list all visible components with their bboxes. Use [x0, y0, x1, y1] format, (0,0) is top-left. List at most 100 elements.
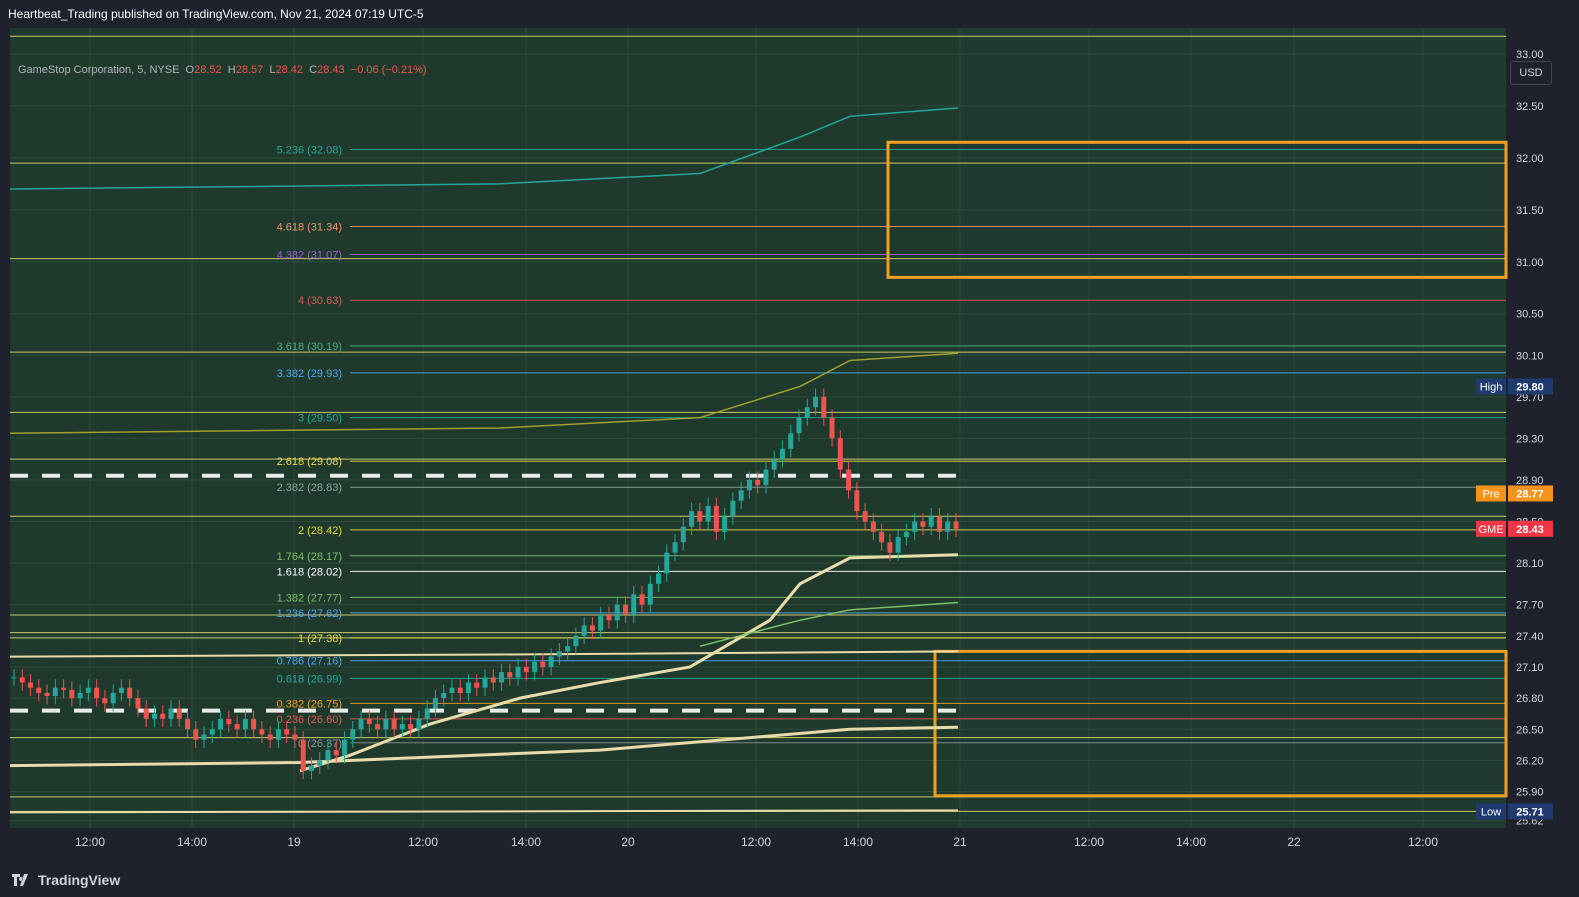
price-tag-label: GME [1478, 524, 1503, 536]
fib-level-label: 1.764 (28.17) [277, 551, 342, 563]
candle-body [895, 537, 901, 553]
price-tag-label: High [1480, 381, 1503, 393]
candle-body [267, 734, 273, 740]
fib-level-label: 0.786 (27.16) [277, 656, 342, 668]
candle-body [722, 516, 728, 532]
publish-header: Heartbeat_Trading published on TradingVi… [0, 0, 1579, 28]
time-tick-label: 12:00 [1074, 835, 1104, 849]
candle-body [201, 734, 207, 740]
candlestick-chart[interactable]: 5.236 (32.08) 4.618 (31.34) 4.382 (31.07) 4… [0, 28, 1579, 862]
future-background [958, 28, 1506, 828]
candle-body [300, 739, 306, 771]
candle-body [556, 651, 562, 657]
price-tick-label: 29.30 [1516, 433, 1544, 445]
candle-body [713, 505, 719, 532]
candle-body [259, 729, 265, 735]
candle-body [763, 469, 769, 486]
candle-body [44, 692, 50, 697]
candle-body [647, 583, 653, 605]
candle-body [697, 511, 703, 522]
candle-body [275, 729, 281, 740]
candle-body [457, 687, 463, 693]
candle-body [176, 708, 182, 719]
candle-body [118, 687, 124, 693]
candle-body [383, 718, 389, 730]
price-tick-label: 27.70 [1516, 600, 1544, 612]
candle-body [28, 682, 34, 688]
candle-body [350, 729, 356, 740]
publish-header-text: Heartbeat_Trading published on TradingVi… [8, 7, 424, 21]
price-value-label: 25.71 [1516, 806, 1544, 818]
time-tick-label: 21 [953, 835, 967, 849]
legend-high-label: H [227, 64, 236, 76]
price-tick-label: 27.40 [1516, 631, 1544, 643]
candle-body [226, 718, 232, 725]
candle-body [573, 635, 579, 647]
price-tick-label: 30.50 [1516, 309, 1544, 321]
candle-body [953, 521, 959, 529]
candle-body [581, 625, 587, 636]
price-value-label: 28.43 [1516, 524, 1544, 536]
candle-body [465, 682, 471, 693]
time-tick-label: 19 [287, 835, 301, 849]
candle-body [870, 521, 876, 532]
candle-body [862, 511, 868, 522]
fib-level-label: 4 (30.63) [298, 295, 342, 307]
candle-body [424, 708, 430, 719]
candle-body [325, 750, 331, 761]
fib-level-label: 2 (28.42) [298, 525, 342, 537]
time-tick-label: 14:00 [177, 835, 207, 849]
candle-body [185, 718, 191, 730]
legend-open-label: O [185, 64, 195, 76]
footer-bar: TradingView [0, 862, 1579, 897]
candle-body [110, 692, 116, 704]
currency-selector[interactable]: USD [1510, 61, 1552, 85]
candle-body [606, 615, 612, 621]
price-tick-label: 30.10 [1516, 350, 1544, 362]
price-tick-label: 31.50 [1516, 205, 1544, 217]
candle-body [639, 594, 645, 605]
price-value-label: 28.77 [1516, 488, 1544, 500]
candle-body [242, 718, 248, 730]
legend-open: 28.52 [194, 64, 222, 76]
candle-body [499, 672, 505, 683]
candle-body [342, 739, 348, 756]
candle-body [598, 615, 604, 631]
candle-body [523, 666, 529, 673]
candle-body [672, 542, 678, 553]
candle-body [151, 713, 157, 719]
candle-body [317, 760, 323, 766]
candle-body [920, 521, 926, 527]
candle-body [705, 505, 711, 522]
fib-level-label: 1.382 (27.77) [277, 592, 342, 604]
candle-body [85, 687, 91, 693]
candle-body [928, 516, 934, 527]
candle-body [449, 687, 455, 693]
candle-body [614, 604, 620, 621]
fib-level-label: 3.382 (29.93) [277, 368, 342, 380]
candle-body [441, 692, 447, 699]
chart-area[interactable]: 5.236 (32.08) 4.618 (31.34) 4.382 (31.07) 4… [0, 28, 1579, 862]
legend-low: 28.42 [275, 64, 304, 76]
candle-body [77, 692, 83, 699]
candle-body [251, 718, 257, 730]
fib-level-label: 4.618 (31.34) [277, 221, 342, 233]
price-tick-label: 28.90 [1516, 475, 1544, 487]
candle-body [622, 604, 628, 616]
candle-body [408, 724, 414, 730]
candle-body [788, 433, 794, 449]
tradingview-brand[interactable]: TradingView [38, 872, 120, 888]
fib-level-label: 3 (29.50) [298, 413, 342, 425]
symbol-legend: GameStop Corporation, 5, NYSE O28.52 H28… [18, 64, 427, 76]
candle-body [515, 666, 521, 678]
candle-body [391, 718, 397, 730]
candle-body [218, 718, 224, 730]
candle-body [680, 526, 686, 543]
candle-body [432, 698, 438, 709]
fib-level-label: 1.618 (28.02) [277, 566, 342, 578]
candle-body [755, 479, 761, 486]
candle-body [664, 552, 670, 574]
legend-close: 28.43 [317, 64, 345, 76]
price-value-label: 29.80 [1516, 381, 1544, 393]
candle-body [903, 531, 909, 538]
